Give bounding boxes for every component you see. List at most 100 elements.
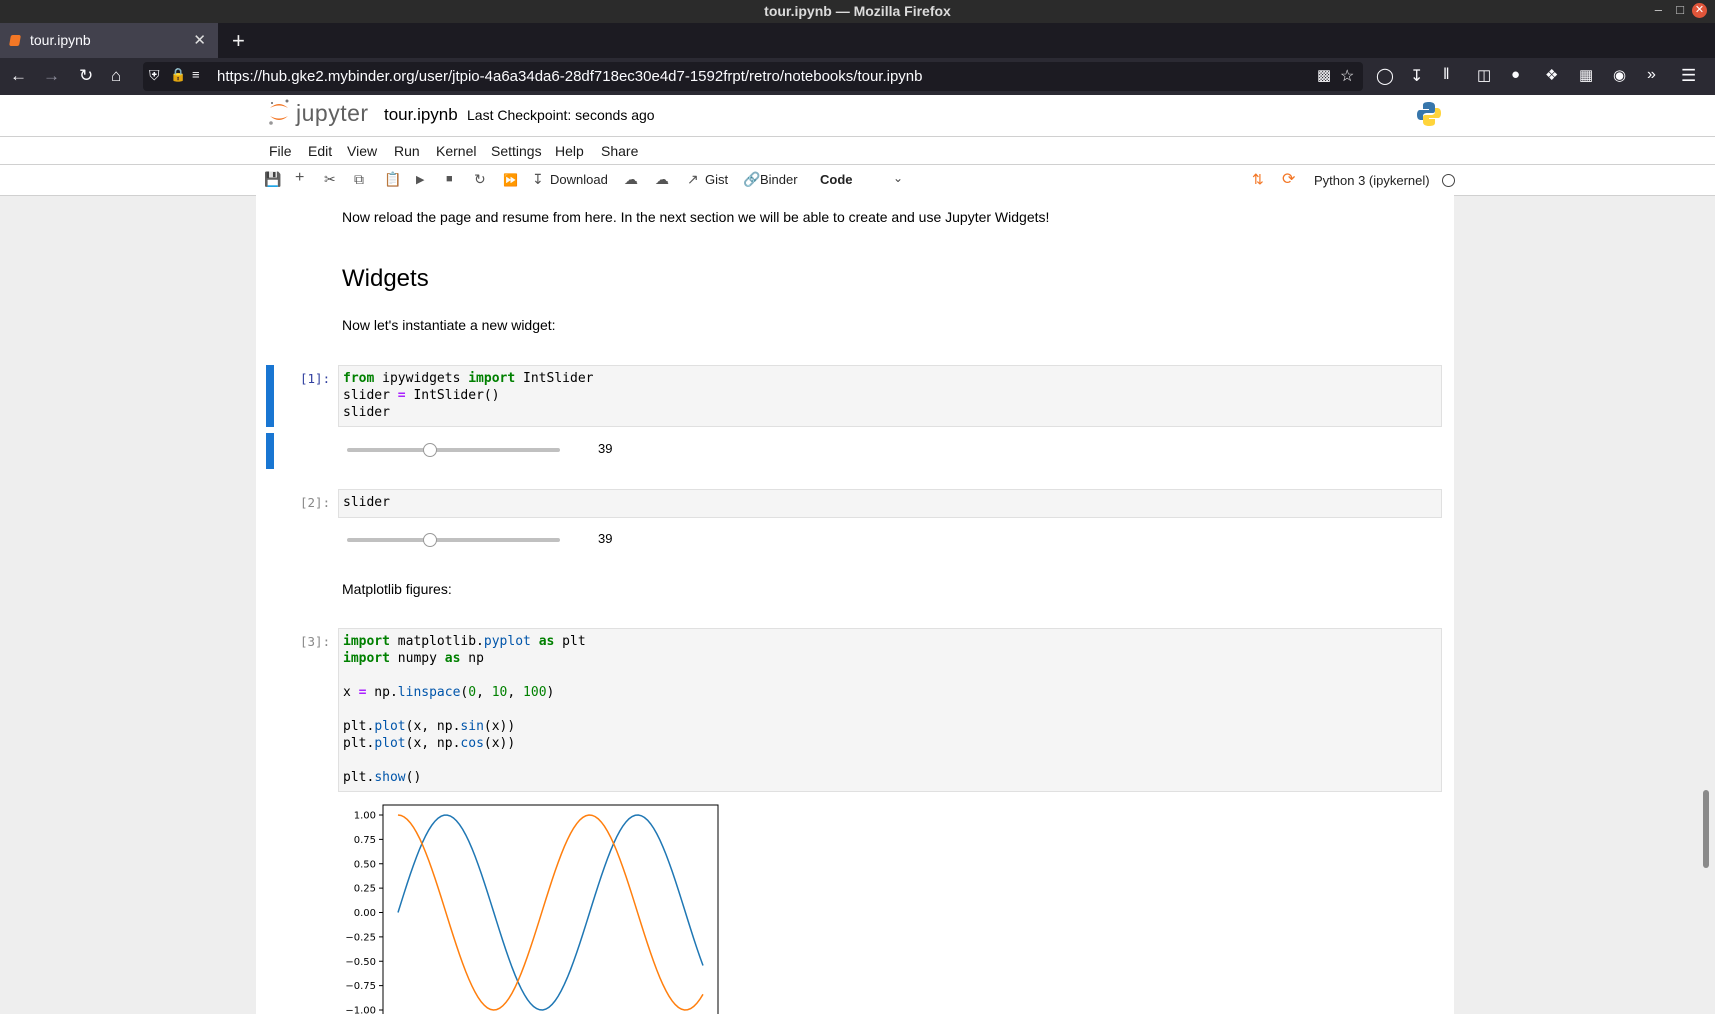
y-tick-label: 1.00 [354, 811, 376, 822]
close-window-icon[interactable]: ✕ [1692, 3, 1707, 18]
back-icon[interactable]: ← [10, 66, 27, 86]
extension-icon[interactable]: ❖ [1545, 66, 1558, 84]
y-tick-label: −0.75 [345, 981, 376, 992]
gist-button[interactable]: Gist [705, 172, 728, 187]
kernel-name[interactable]: Python 3 (ipykernel) [1314, 173, 1430, 188]
restart-icon[interactable]: ↻ [474, 171, 486, 188]
cell-type-select[interactable]: Code [820, 172, 853, 187]
binder-button[interactable]: Binder [760, 172, 798, 187]
menu-settings[interactable]: Settings [491, 143, 542, 159]
sidebar-icon[interactable]: ◫ [1477, 66, 1491, 84]
run-icon[interactable]: ▶ [416, 173, 424, 186]
maximize-icon[interactable]: □ [1676, 2, 1684, 17]
markdown-matplotlib: Matplotlib figures: [342, 581, 452, 597]
minimize-icon[interactable]: – [1655, 2, 1662, 17]
y-tick-label: −1.00 [345, 1006, 376, 1014]
y-tick-label: 0.50 [354, 859, 376, 870]
stop-icon[interactable]: ■ [446, 173, 453, 185]
menu-run[interactable]: Run [394, 143, 420, 159]
matplotlib-figure: 1.00 0.75 0.50 0.25 0.00 −0.25 −0.50 −0.75 −1.00 [345, 804, 719, 1014]
url-text[interactable]: https://hub.gke2.mybinder.org/user/jtpio… [217, 68, 923, 85]
menu-file[interactable]: File [269, 143, 292, 159]
jupyter-header: jupyter tour.ipynb Last Checkpoint: seco… [0, 95, 1715, 137]
insert-cell-icon[interactable]: + [295, 169, 304, 187]
menu-hamburger-icon[interactable]: ☰ [1681, 66, 1696, 86]
menu-view[interactable]: View [347, 143, 377, 159]
new-tab-icon[interactable]: + [232, 28, 245, 54]
plot-axes-frame [382, 804, 719, 1014]
copy-icon[interactable]: ⧉ [354, 171, 364, 188]
menu-help[interactable]: Help [555, 143, 584, 159]
cell-1-code[interactable]: from ipywidgets import IntSlider slider … [338, 365, 1442, 427]
browser-nav-bar: ← → ↻ ⌂ ⛨ 🔒 ≡ https://hub.gke2.mybinder.… [0, 58, 1715, 95]
color-picker-icon[interactable]: ◉ [1613, 66, 1626, 84]
lock-icon[interactable]: 🔒 [170, 67, 186, 83]
notebook-toolbar: 💾 + ✂ ⧉ 📋 ▶ ■ ↻ ⏩ ↧ Download ☁ ☁ ↗ Gist … [0, 165, 1715, 196]
cell-2-prompt: [2]: [300, 495, 331, 510]
slider-2-value: 39 [598, 531, 613, 546]
cloud-upload-icon[interactable]: ☁ [655, 171, 669, 188]
active-cell-indicator[interactable] [266, 365, 274, 427]
reload-icon[interactable]: ↻ [79, 66, 93, 86]
cloud-download-icon[interactable]: ☁ [624, 171, 638, 188]
notebook-menu-bar: File Edit View Run Kernel Settings Help … [0, 137, 1715, 165]
python-logo-icon [1417, 102, 1441, 126]
y-tick-label: 0.75 [354, 835, 376, 846]
y-tick-label: 0.00 [354, 908, 376, 919]
forward-icon[interactable]: → [43, 66, 60, 86]
site-permissions-icon[interactable]: ≡ [192, 67, 200, 82]
jupyter-logo-text[interactable]: jupyter [296, 100, 369, 127]
external-link-icon[interactable]: ↗ [687, 171, 699, 188]
slider-1-value: 39 [598, 441, 613, 456]
browser-tab-bar: tour.ipynb ✕ + [0, 23, 1715, 58]
cell-2-code[interactable]: slider [338, 489, 1442, 518]
overflow-chevron-icon[interactable]: » [1647, 66, 1656, 84]
library-icon[interactable]: ‖ [1443, 66, 1450, 84]
window-title-bar: tour.ipynb — Mozilla Firefox – □ ✕ [0, 0, 1715, 23]
jupyter-logo-icon[interactable] [267, 97, 291, 127]
cell-2-code-text: slider [343, 495, 390, 510]
heading-widgets: Widgets [342, 265, 429, 292]
menu-kernel[interactable]: Kernel [436, 143, 476, 159]
slider-1-handle[interactable] [423, 443, 438, 457]
notebook-favicon-icon [9, 35, 21, 46]
cut-icon[interactable]: ✂ [324, 171, 336, 188]
y-tick-label: 0.25 [354, 884, 376, 895]
markdown-reload: Now reload the page and resume from here… [342, 209, 1050, 225]
home-icon[interactable]: ⌂ [111, 66, 121, 86]
downloads-icon[interactable]: ↧ [1410, 66, 1423, 86]
binder-spinner-icon: ⇅ [1252, 171, 1264, 187]
cell-3-code[interactable]: import matplotlib.pyplot as plt import n… [338, 628, 1442, 792]
slider-1-track[interactable] [347, 448, 560, 452]
close-tab-icon[interactable]: ✕ [193, 31, 206, 49]
paste-icon[interactable]: 📋 [384, 171, 401, 188]
qr-code-icon[interactable]: ▩ [1317, 66, 1331, 84]
window-title: tour.ipynb — Mozilla Firefox [764, 3, 951, 19]
menu-share[interactable]: Share [601, 143, 638, 159]
page-scrollbar[interactable] [1703, 790, 1709, 868]
kernel-loading-icon: ⟳ [1282, 171, 1296, 188]
chevron-down-icon[interactable]: ⌄ [893, 171, 903, 185]
active-output-indicator[interactable] [266, 433, 274, 469]
notebook-name[interactable]: tour.ipynb [384, 105, 458, 125]
checkpoint-status: Last Checkpoint: seconds ago [467, 107, 655, 123]
extensions-grid-icon[interactable]: ▦ [1579, 66, 1593, 84]
browser-tab[interactable]: tour.ipynb ✕ [0, 23, 218, 58]
tab-title: tour.ipynb [30, 32, 91, 48]
menu-edit[interactable]: Edit [308, 143, 332, 159]
save-icon[interactable]: 💾 [264, 171, 281, 188]
kernel-status-icon [1442, 174, 1455, 187]
slider-2-handle[interactable] [423, 533, 438, 547]
download-button[interactable]: Download [550, 172, 608, 187]
download-icon[interactable]: ↧ [532, 171, 544, 188]
y-tick-label: −0.50 [345, 957, 376, 968]
restart-run-all-icon[interactable]: ⏩ [503, 173, 518, 187]
pocket-icon[interactable]: ◯ [1376, 66, 1394, 86]
link-icon[interactable]: 🔗 [743, 171, 760, 188]
y-tick-label: −0.25 [345, 932, 376, 943]
tracking-shield-icon[interactable]: ⛨ [149, 67, 160, 84]
address-bar[interactable]: ⛨ 🔒 ≡ https://hub.gke2.mybinder.org/user… [143, 62, 1363, 91]
bookmark-star-icon[interactable]: ☆ [1340, 66, 1354, 86]
slider-2-track[interactable] [347, 538, 560, 542]
account-icon[interactable]: ● [1511, 66, 1520, 83]
